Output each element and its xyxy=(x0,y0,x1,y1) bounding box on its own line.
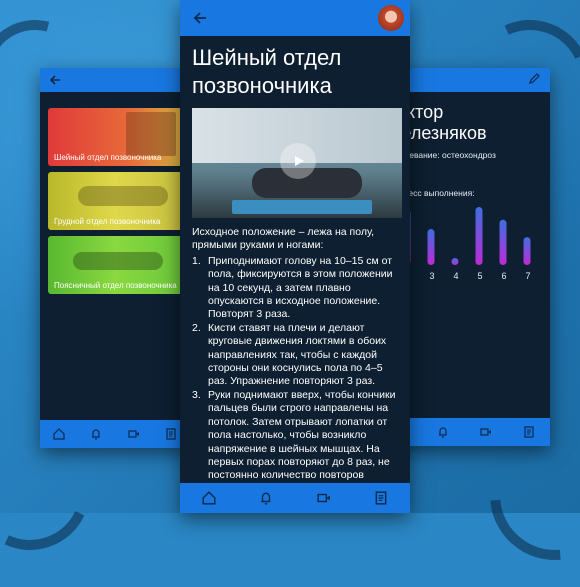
center-bottom-nav xyxy=(180,483,410,513)
play-icon[interactable] xyxy=(280,143,316,179)
step-text: Руки поднимают вверх, чтобы кончики паль… xyxy=(208,388,396,482)
step-number: 3. xyxy=(192,388,201,401)
step-text: Приподнимают голову на 10–15 см от пола,… xyxy=(208,254,393,321)
step-3: 3. Руки поднимают вверх, чтобы кончики п… xyxy=(192,389,397,483)
home-icon[interactable] xyxy=(202,491,216,505)
back-arrow-icon[interactable] xyxy=(192,10,208,26)
video-icon[interactable] xyxy=(317,491,331,505)
progress-bar xyxy=(427,229,435,265)
left-topbar xyxy=(40,68,190,92)
bell-icon[interactable] xyxy=(437,426,449,438)
exercise-description: Исходное положение – лежа на полу, прямы… xyxy=(192,226,397,483)
bell-icon[interactable] xyxy=(259,491,273,505)
x-tick-label: 4 xyxy=(453,271,458,281)
step-1: 1. Приподнимают голову на 10–15 см от по… xyxy=(192,255,397,322)
back-arrow-icon[interactable] xyxy=(48,73,62,87)
x-tick-label: 7 xyxy=(525,271,530,281)
progress-bar xyxy=(499,219,507,265)
left-bottom-nav xyxy=(40,420,190,448)
avatar[interactable] xyxy=(378,5,404,31)
video-icon[interactable] xyxy=(479,426,492,438)
progress-bar xyxy=(475,207,483,265)
video-icon[interactable] xyxy=(128,428,140,440)
x-tick-label: 6 xyxy=(501,271,506,281)
center-topbar xyxy=(180,0,410,36)
page-title: Шейный отдел позвоночника xyxy=(192,45,342,98)
progress-bar xyxy=(451,258,459,265)
step-text: Кисти ставят на плечи и делают круговые … xyxy=(208,321,387,388)
document-icon[interactable] xyxy=(374,491,388,505)
home-icon[interactable] xyxy=(53,428,65,440)
x-tick-label: 5 xyxy=(477,271,482,281)
step-2: 2. Кисти ставят на плечи и делают кругов… xyxy=(192,322,397,389)
exercise-video[interactable] xyxy=(192,108,402,218)
edit-icon[interactable] xyxy=(528,73,540,85)
progress-bar xyxy=(523,237,531,265)
x-tick-label: 3 xyxy=(429,271,434,281)
card-label: Поясничный отдел позвоночника xyxy=(54,281,177,290)
bell-icon[interactable] xyxy=(90,428,102,440)
card-cervical[interactable]: Шейный отдел позвоночника xyxy=(48,108,182,166)
center-screen: Шейный отдел позвоночника Исходное полож… xyxy=(180,0,410,513)
step-number: 2. xyxy=(192,321,201,334)
document-icon[interactable] xyxy=(523,426,535,438)
video-mat xyxy=(232,200,372,214)
intro-text: Исходное положение – лежа на полу, прямы… xyxy=(192,226,375,252)
photo-placeholder xyxy=(73,252,163,270)
document-icon[interactable] xyxy=(165,428,177,440)
card-lumbar[interactable]: Поясничный отдел позвоночника xyxy=(48,236,182,294)
step-number: 1. xyxy=(192,254,201,267)
photo-placeholder xyxy=(78,186,168,206)
card-label: Шейный отдел позвоночника xyxy=(54,153,162,162)
photo-placeholder xyxy=(126,112,176,156)
card-label: Грудной отдел позвоночника xyxy=(54,217,161,226)
left-screen: Шейный отдел позвоночника Грудной отдел … xyxy=(40,68,190,448)
card-thoracic[interactable]: Грудной отдел позвоночника xyxy=(48,172,182,230)
